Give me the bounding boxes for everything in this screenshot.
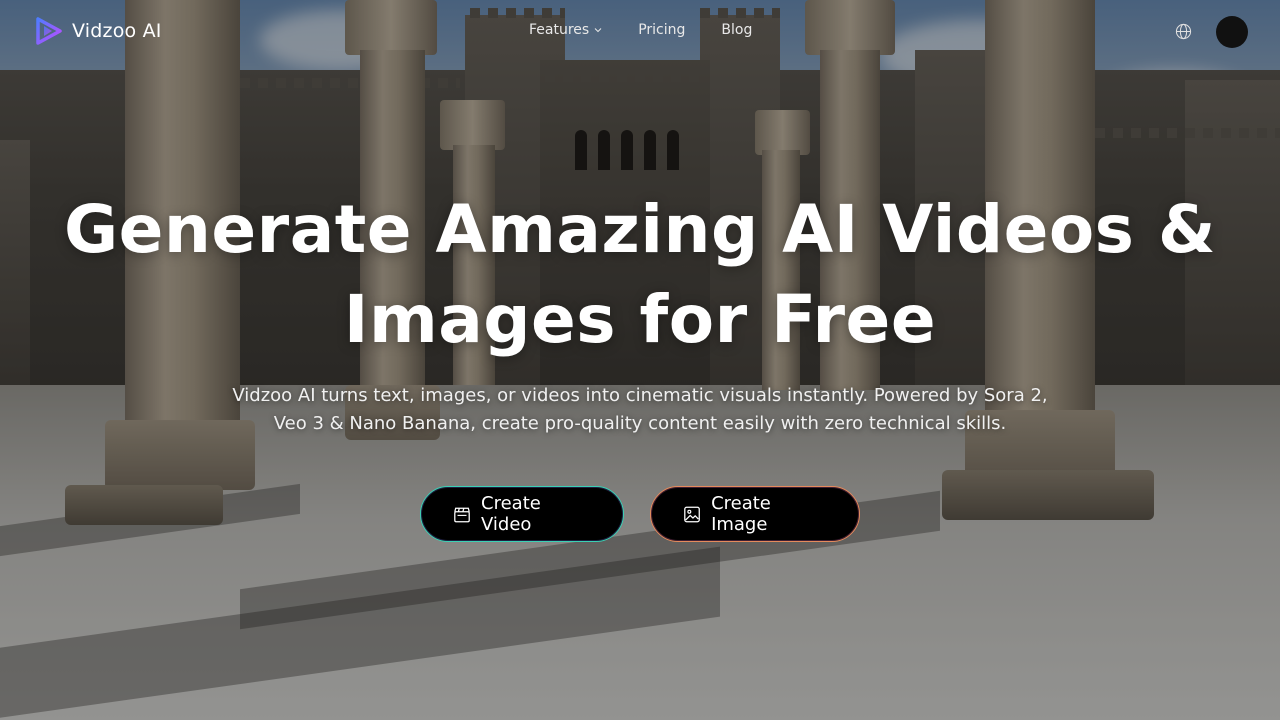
hero-title-line-1: Generate Amazing AI Videos & — [63, 191, 1217, 268]
create-image-label: Create Image — [711, 493, 771, 535]
hero-subtitle: Vidzoo AI turns text, images, or videos … — [200, 382, 1080, 438]
chevron-down-icon — [594, 28, 602, 33]
hero-title: Generate Amazing AI Videos & Images for … — [0, 185, 1280, 365]
nav-blog-label: Blog — [721, 22, 753, 38]
nav-pricing-label: Pricing — [638, 22, 686, 38]
top-navigation-bar: Vidzoo AI Features Pricing Blog — [0, 0, 1280, 64]
user-avatar[interactable] — [1216, 16, 1248, 48]
brand-name: Vidzoo AI — [72, 20, 162, 42]
nav-pricing-link[interactable]: Pricing — [638, 22, 685, 38]
nav-features-label: Features — [529, 22, 590, 38]
nav-blog-link[interactable]: Blog — [721, 22, 752, 38]
hero-title-line-2: Images for Free — [343, 281, 937, 358]
nav-features-dropdown[interactable]: Features — [529, 22, 602, 38]
brand-home-link[interactable]: Vidzoo AI — [34, 16, 162, 46]
image-icon — [684, 506, 700, 522]
hero-subtitle-line-1: Vidzoo AI turns text, images, or videos … — [232, 385, 1048, 406]
nav-links: Features Pricing Blog — [529, 22, 752, 38]
clapperboard-icon — [454, 507, 470, 522]
create-video-label: Create Video — [481, 493, 541, 535]
cta-button-group: Create Video Create Image — [0, 486, 1280, 542]
create-video-button[interactable]: Create Video — [420, 486, 624, 542]
vidzoo-play-logo-icon — [36, 17, 62, 45]
create-image-button[interactable]: Create Image — [650, 486, 860, 542]
hero-subtitle-line-2: Veo 3 & Nano Banana, create pro-quality … — [273, 413, 1007, 434]
globe-icon[interactable] — [1175, 23, 1192, 40]
